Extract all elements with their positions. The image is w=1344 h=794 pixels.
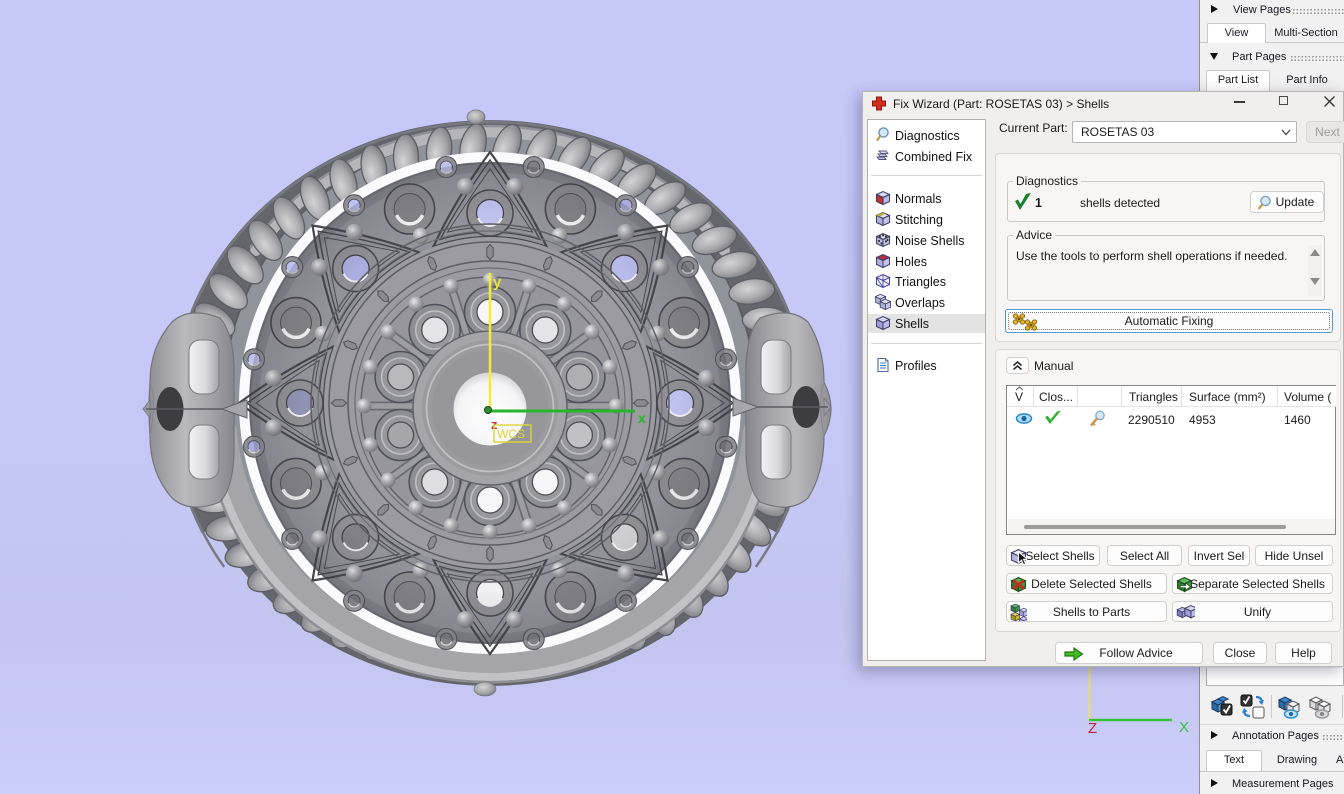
svg-text:X: X [1179,719,1189,736]
svg-text:Z: Z [1088,720,1097,737]
